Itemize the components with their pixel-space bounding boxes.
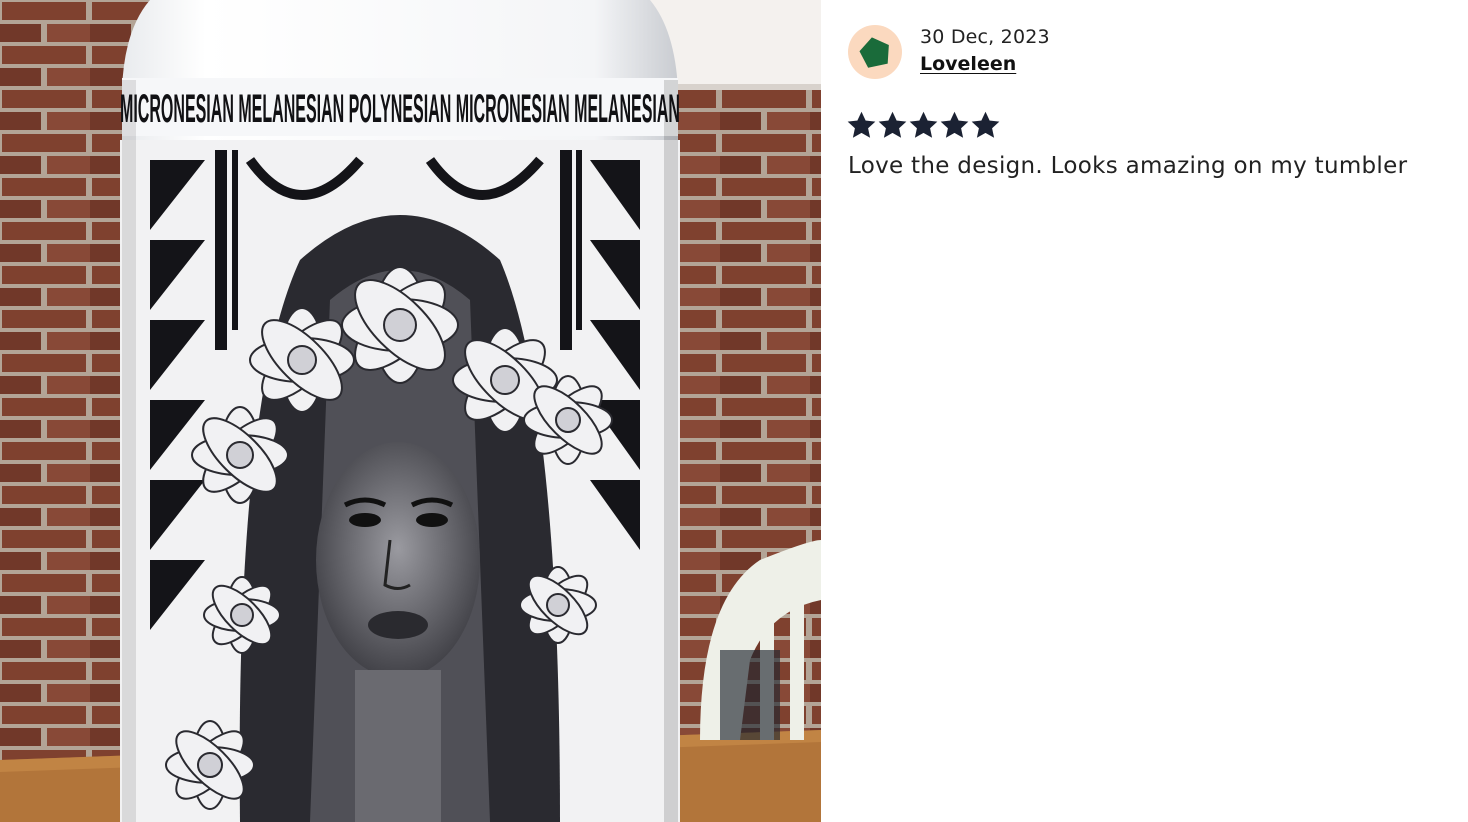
tumbler-print-text: MICRONESIAN MELANESIAN POLYNESIAN MICRON… [120,87,680,131]
star-icon [847,111,876,140]
review-text: Love the design. Looks amazing on my tum… [848,153,1408,179]
reviewer-header: 30 Dec, 2023 Loveleen [848,25,1050,79]
star-rating [847,111,1000,140]
review-panel: 30 Dec, 2023 Loveleen Love the design. L… [821,0,1468,822]
reviewer-name-link[interactable]: Loveleen [920,51,1050,77]
review-modal: MICRONESIAN MELANESIAN POLYNESIAN MICRON… [0,0,1468,822]
reviewer-meta: 30 Dec, 2023 Loveleen [920,25,1050,77]
reviewer-avatar [848,25,902,79]
star-icon [940,111,969,140]
review-photo[interactable]: MICRONESIAN MELANESIAN POLYNESIAN MICRON… [0,0,821,822]
tumbler-photo-image: MICRONESIAN MELANESIAN POLYNESIAN MICRON… [0,0,821,822]
star-icon [971,111,1000,140]
review-date: 30 Dec, 2023 [920,26,1050,48]
star-icon [878,111,907,140]
pentagon-avatar-icon [859,37,889,68]
star-icon [909,111,938,140]
